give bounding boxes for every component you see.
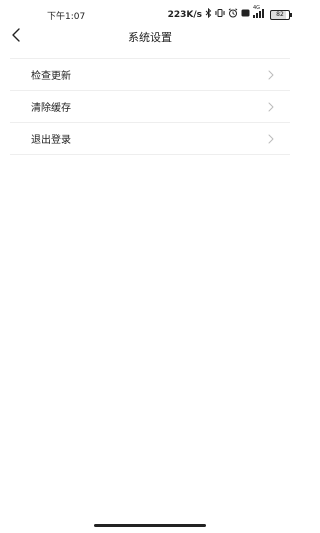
clear-cache-item[interactable]: 清除缓存 xyxy=(10,91,290,123)
vibrate-icon xyxy=(214,8,226,21)
4g-signal-icon: 4G xyxy=(253,5,267,21)
check-update-item[interactable]: 检查更新 xyxy=(10,58,290,91)
home-indicator[interactable] xyxy=(94,524,206,527)
settings-list: 检查更新 清除缓存 退出登录 xyxy=(10,58,290,155)
logout-item[interactable]: 退出登录 xyxy=(10,123,290,155)
bluetooth-icon xyxy=(205,7,212,21)
page-title: 系统设置 xyxy=(128,31,172,44)
network-type: 4G xyxy=(253,4,261,11)
header: 系统设置 xyxy=(0,26,300,46)
logout-label: 退出登录 xyxy=(31,135,71,146)
status-bar: 下午1:07 223K/s 4G 82 xyxy=(0,0,300,26)
chevron-right-icon xyxy=(268,134,274,144)
chevron-right-icon xyxy=(268,70,274,80)
clear-cache-label: 清除缓存 xyxy=(31,103,71,114)
status-time: 下午1:07 xyxy=(47,12,86,22)
battery-label: 82 xyxy=(276,10,284,18)
chevron-right-icon xyxy=(268,102,274,112)
battery-icon: 82 xyxy=(270,9,292,20)
network-speed: 223K/s xyxy=(167,9,202,20)
status-icons: 223K/s 4G 82 xyxy=(167,5,292,21)
hd-icon xyxy=(241,9,250,20)
alarm-icon xyxy=(228,8,238,21)
check-update-label: 检查更新 xyxy=(31,71,71,82)
